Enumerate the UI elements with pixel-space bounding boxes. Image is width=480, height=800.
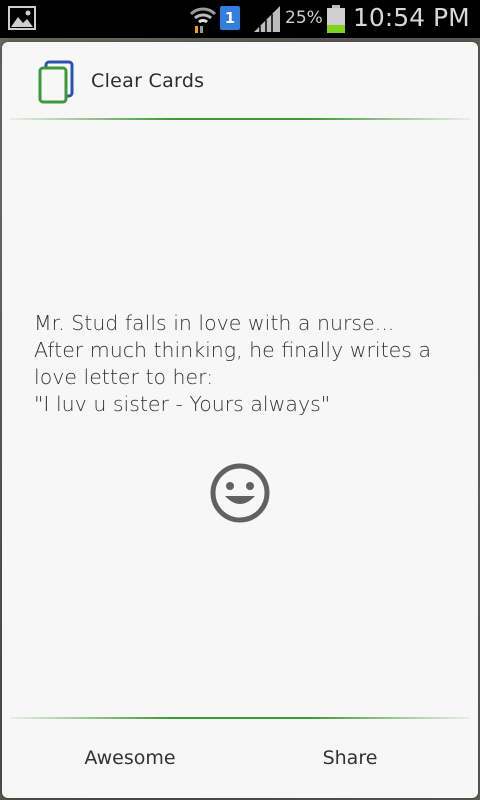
signal-icon: [254, 6, 280, 32]
header-divider: [10, 118, 470, 120]
app-title: Clear Cards: [91, 70, 205, 92]
battery-percent: 25%: [285, 8, 323, 28]
status-bar: 1 25% 10:54 PM: [0, 0, 480, 38]
battery-icon: [327, 5, 345, 33]
sim-icon: 1: [220, 6, 240, 30]
joke-line: love letter to her:: [34, 365, 214, 389]
smiley-icon: [210, 463, 270, 523]
joke-text: Mr. Stud falls in love with a nurse... A…: [34, 310, 454, 418]
card-dialog: Clear Cards Mr. Stud falls in love with …: [2, 42, 478, 798]
joke-line: "I luv u sister - Yours always": [34, 392, 331, 416]
awesome-button[interactable]: Awesome: [40, 732, 220, 784]
footer-divider: [10, 717, 470, 719]
clear-cards-app-icon: [38, 60, 74, 104]
share-button[interactable]: Share: [260, 732, 440, 784]
dialog-header: Clear Cards: [2, 42, 478, 120]
wifi-icon: [189, 7, 217, 33]
gallery-icon: [8, 6, 36, 30]
joke-line: After much thinking, he finally writes a: [34, 338, 432, 362]
joke-line: Mr. Stud falls in love with a nurse...: [34, 311, 395, 335]
clock: 10:54 PM: [353, 3, 470, 32]
